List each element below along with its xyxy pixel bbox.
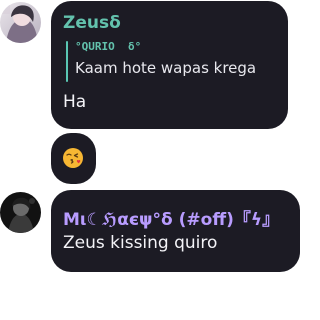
avatar-image: [0, 2, 41, 43]
reply-text: Kaam hote wapas krega: [75, 59, 257, 77]
reply-quote-bar: [66, 41, 68, 82]
message-bubble[interactable]: Μι☾ℌαєψ°δ (#off)『ϟ』 Zeus kissing quiro: [51, 190, 300, 272]
user-avatar-zeus[interactable]: [0, 2, 41, 43]
user-avatar-michael[interactable]: [0, 192, 41, 233]
message-author[interactable]: Zeusδ: [63, 13, 121, 33]
avatar-image: [0, 192, 41, 233]
message-bubble[interactable]: Zeusδ °QURIO δ° Kaam hote wapas krega Ha: [51, 1, 288, 129]
message-author[interactable]: Μι☾ℌαєψ°δ (#off)『ϟ』: [63, 205, 279, 230]
message-text: Ha: [63, 92, 87, 112]
chat-screen: Zeusδ °QURIO δ° Kaam hote wapas krega Ha…: [0, 0, 302, 320]
message-bubble-emoji[interactable]: [51, 133, 96, 184]
message-text: Zeus kissing quiro: [63, 233, 218, 253]
reply-author[interactable]: °QURIO δ°: [75, 40, 141, 53]
kiss-emoji-icon: [63, 148, 83, 168]
